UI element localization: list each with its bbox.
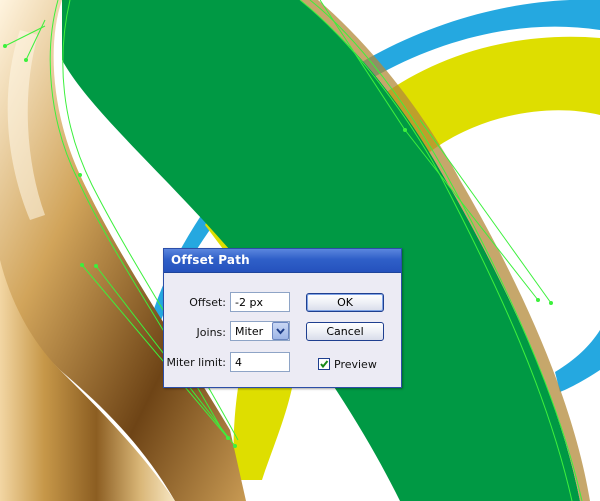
joins-label: Joins: — [196, 326, 226, 339]
ok-button[interactable]: OK — [306, 293, 384, 312]
joins-dropdown-button[interactable] — [272, 322, 289, 340]
dialog-title: Offset Path — [171, 253, 250, 267]
checkmark-icon — [320, 360, 329, 369]
preview-label[interactable]: Preview — [334, 358, 384, 371]
preview-checkbox[interactable] — [318, 358, 330, 370]
miter-limit-input[interactable]: 4 — [230, 352, 290, 372]
dialog-titlebar[interactable]: Offset Path — [164, 249, 401, 273]
cancel-button[interactable]: Cancel — [306, 322, 384, 341]
offset-input[interactable]: -2 px — [230, 292, 290, 312]
offset-label: Offset: — [189, 296, 226, 309]
chevron-down-icon — [276, 328, 285, 335]
miter-limit-label: Miter limit: — [166, 356, 226, 369]
